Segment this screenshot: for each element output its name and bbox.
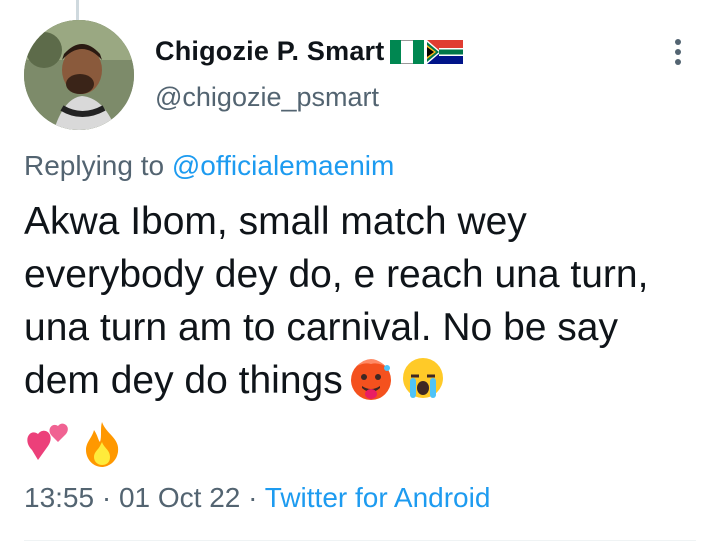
tweet-date[interactable]: 01 Oct 22 bbox=[119, 482, 240, 513]
meta-separator-1: · bbox=[94, 482, 119, 513]
tweet-time[interactable]: 13:55 bbox=[24, 482, 94, 513]
hot-face-emoji-icon bbox=[350, 359, 391, 400]
tweet-metadata: 13:55 · 01 Oct 22 · Twitter for Android bbox=[24, 482, 490, 514]
thread-connector-line bbox=[76, 0, 79, 20]
tweet-body: Akwa Ibom, small match wey everybody dey… bbox=[24, 200, 649, 402]
tweet-text: Akwa Ibom, small match wey everybody dey… bbox=[24, 195, 704, 407]
emoji-line bbox=[24, 420, 124, 468]
nigeria-flag-icon bbox=[390, 39, 425, 64]
replying-to-mention-link[interactable]: @officialemaenim bbox=[172, 150, 394, 181]
avatar[interactable] bbox=[24, 20, 134, 130]
divider bbox=[24, 540, 696, 541]
display-name[interactable]: Chigozie P. Smart bbox=[155, 36, 384, 67]
avatar-photo bbox=[24, 20, 134, 130]
flag-emojis bbox=[390, 39, 464, 64]
crying-face-emoji-icon bbox=[402, 358, 443, 398]
fire-emoji-icon bbox=[86, 422, 119, 467]
more-options-icon[interactable] bbox=[666, 34, 690, 74]
replying-to-label: Replying to bbox=[24, 150, 172, 181]
replying-to-line: Replying to @officialemaenim bbox=[24, 150, 394, 182]
user-handle[interactable]: @chigozie_psmart bbox=[155, 82, 379, 113]
south-africa-flag-icon bbox=[427, 39, 464, 64]
two-hearts-emoji-icon bbox=[27, 423, 68, 460]
meta-separator-2: · bbox=[240, 482, 265, 513]
author-name-row[interactable]: Chigozie P. Smart bbox=[155, 36, 464, 67]
tweet-source-link[interactable]: Twitter for Android bbox=[265, 482, 491, 513]
